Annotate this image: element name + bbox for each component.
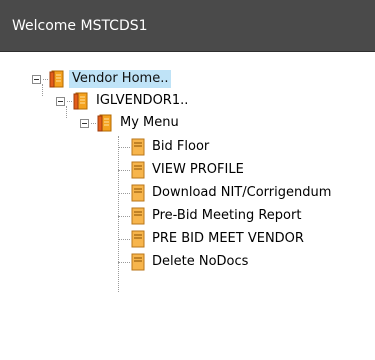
- book-icon: [49, 70, 64, 88]
- page-icon: [131, 207, 145, 225]
- tree-connector: [67, 100, 72, 102]
- menu-item-download-nit[interactable]: Download NIT/Corrigendum: [118, 182, 334, 204]
- page-icon: [131, 230, 145, 248]
- page-icon: [131, 138, 145, 156]
- tree-connector: [118, 169, 130, 171]
- menu-item-pre-bid-meeting-report[interactable]: Pre-Bid Meeting Report: [118, 205, 304, 227]
- tree-connector: [43, 78, 48, 80]
- menu-item-delete-nodocs[interactable]: Delete NoDocs: [118, 251, 251, 273]
- tree-connector: [118, 238, 130, 240]
- tree-node-vendor[interactable]: IGLVENDOR1..: [56, 90, 191, 112]
- tree-node-label[interactable]: My Menu: [117, 114, 182, 132]
- panel-title: Welcome MSTCDS1: [12, 18, 148, 34]
- page-icon: [131, 253, 145, 271]
- menu-item-label[interactable]: VIEW PROFILE: [149, 161, 247, 179]
- tree-connector: [118, 192, 130, 194]
- collapse-toggle-icon[interactable]: [56, 96, 65, 106]
- book-icon: [97, 114, 112, 132]
- collapse-toggle-icon[interactable]: [80, 118, 89, 128]
- tree-node-label[interactable]: IGLVENDOR1..: [93, 92, 191, 110]
- book-icon: [73, 92, 88, 110]
- menu-item-label[interactable]: Pre-Bid Meeting Report: [149, 207, 304, 225]
- tree-connector: [118, 215, 130, 217]
- menu-item-pre-bid-meet-vendor[interactable]: PRE BID MEET VENDOR: [118, 228, 307, 250]
- menu-item-label[interactable]: Bid Floor: [149, 138, 212, 156]
- tree-node-label[interactable]: Vendor Home..: [69, 70, 172, 88]
- tree-node-my-menu[interactable]: My Menu: [80, 112, 182, 134]
- menu-item-view-profile[interactable]: VIEW PROFILE: [118, 159, 247, 181]
- menu-item-label[interactable]: Delete NoDocs: [149, 253, 251, 271]
- tree-connector: [91, 122, 96, 124]
- page-icon: [131, 184, 145, 202]
- panel-header: Welcome MSTCDS1: [0, 0, 375, 52]
- tree-connector: [118, 261, 130, 263]
- tree-connector: [118, 146, 130, 148]
- page-icon: [131, 161, 145, 179]
- tree-node-vendor-home[interactable]: Vendor Home..: [32, 68, 172, 90]
- menu-item-label[interactable]: PRE BID MEET VENDOR: [149, 230, 307, 248]
- menu-item-bid-floor[interactable]: Bid Floor: [118, 136, 212, 158]
- menu-item-label[interactable]: Download NIT/Corrigendum: [149, 184, 334, 202]
- navigation-tree: Vendor Home.. IGLVENDOR1.. My Menu Bid F…: [0, 52, 375, 360]
- collapse-toggle-icon[interactable]: [32, 74, 41, 84]
